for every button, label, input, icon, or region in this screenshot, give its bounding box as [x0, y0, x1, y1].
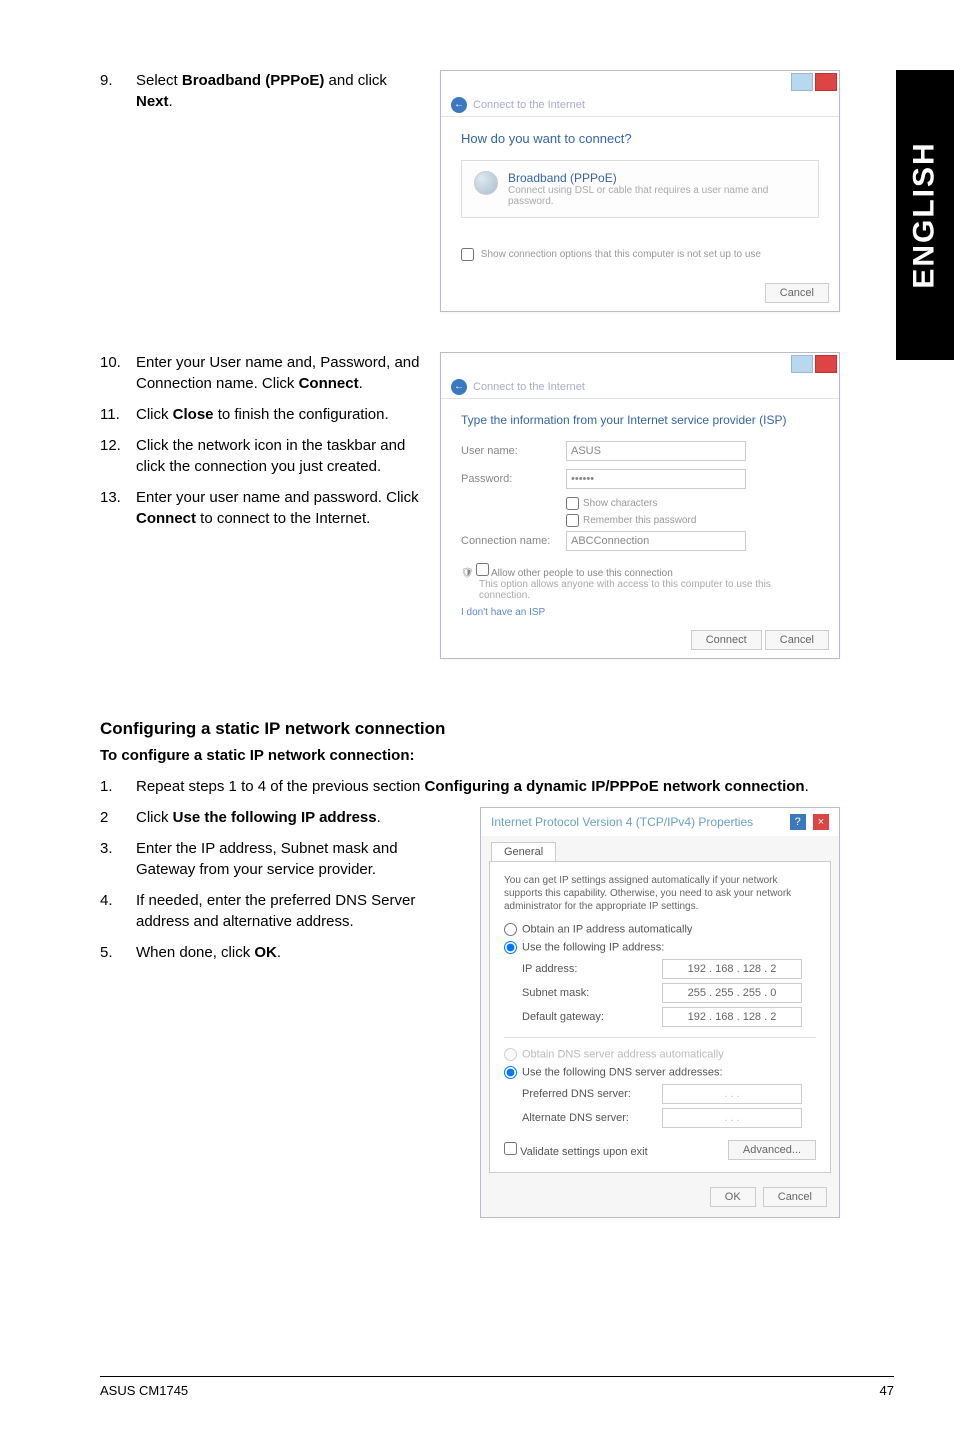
language-tab-label: ENGLISH	[908, 141, 942, 288]
connect-button[interactable]: Connect	[691, 630, 762, 650]
obtain-ip-radio[interactable]	[504, 923, 517, 936]
alt-dns-label: Alternate DNS server:	[522, 1112, 662, 1124]
password-label: Password:	[461, 473, 566, 485]
pref-dns-input[interactable]: . . .	[662, 1084, 802, 1104]
globe-icon	[474, 171, 498, 195]
gateway-input[interactable]: 192 . 168 . 128 . 2	[662, 1007, 802, 1027]
step-number: 9.	[100, 70, 136, 112]
ipv4-title-text: Internet Protocol Version 4 (TCP/IPv4) P…	[491, 815, 753, 829]
bstep-3: 3. Enter the IP address, Subnet mask and…	[100, 838, 460, 880]
footer-product: ASUS CM1745	[100, 1383, 188, 1398]
cancel-button[interactable]: Cancel	[763, 1187, 827, 1207]
close-button[interactable]	[815, 73, 837, 91]
dialog-header: ← Connect to the Internet	[441, 93, 839, 117]
ok-button[interactable]: OK	[710, 1187, 756, 1207]
connection-name-input[interactable]	[566, 531, 746, 551]
dialog-question: How do you want to connect?	[461, 131, 819, 146]
username-input[interactable]	[566, 441, 746, 461]
dialog-titlebar	[441, 353, 839, 375]
use-dns-radio[interactable]	[504, 1066, 517, 1079]
subnet-mask-input[interactable]: 255 . 255 . 255 . 0	[662, 983, 802, 1003]
minimize-button[interactable]	[791, 355, 813, 373]
cancel-button[interactable]: Cancel	[765, 283, 829, 303]
advanced-button[interactable]: Advanced...	[728, 1140, 816, 1160]
section-subheading: To configure a static IP network connect…	[100, 747, 894, 764]
step-10: 10. Enter your User name and, Password, …	[100, 352, 420, 394]
option-title: Broadband (PPPoE)	[508, 171, 806, 185]
ip-address-input[interactable]: 192 . 168 . 128 . 2	[662, 959, 802, 979]
close-button[interactable]: ×	[813, 814, 829, 830]
show-options-checkbox-row: Show connection options that this comput…	[461, 248, 819, 261]
cancel-button[interactable]: Cancel	[765, 630, 829, 650]
no-isp-link[interactable]: I don't have an ISP	[461, 607, 545, 618]
show-options-label: Show connection options that this comput…	[481, 249, 761, 260]
step-9: 9. Select Broadband (PPPoE) and click Ne…	[100, 70, 420, 112]
step-13: 13. Enter your user name and password. C…	[100, 487, 420, 529]
ipv4-titlebar: Internet Protocol Version 4 (TCP/IPv4) P…	[481, 808, 839, 836]
ip-address-label: IP address:	[522, 963, 662, 975]
remember-checkbox[interactable]	[566, 514, 579, 527]
step-11: 11. Click Close to finish the configurat…	[100, 404, 420, 425]
shield-icon: 🛡	[461, 568, 473, 579]
broadband-option[interactable]: Broadband (PPPoE) Connect using DSL or c…	[461, 160, 819, 218]
help-button[interactable]: ?	[790, 814, 806, 830]
show-chars-checkbox[interactable]	[566, 497, 579, 510]
dialog-titlebar	[441, 71, 839, 93]
password-input[interactable]	[566, 469, 746, 489]
bstep-4: 4. If needed, enter the preferred DNS Se…	[100, 890, 460, 932]
footer-page-number: 47	[880, 1383, 894, 1398]
bstep-1: 1. Repeat steps 1 to 4 of the previous s…	[100, 776, 820, 797]
ipv4-dialog: Internet Protocol Version 4 (TCP/IPv4) P…	[480, 807, 840, 1218]
isp-heading: Type the information from your Internet …	[461, 413, 819, 427]
dialog-header: ← Connect to the Internet	[441, 375, 839, 399]
general-tab[interactable]: General	[491, 842, 556, 861]
section-heading: Configuring a static IP network connecti…	[100, 719, 894, 739]
page-footer: ASUS CM1745 47	[100, 1376, 894, 1398]
bstep-5: 5. When done, click OK.	[100, 942, 460, 963]
close-button[interactable]	[815, 355, 837, 373]
subnet-mask-label: Subnet mask:	[522, 987, 662, 999]
step-12: 12. Click the network icon in the taskba…	[100, 435, 420, 477]
dialog-breadcrumb: Connect to the Internet	[473, 381, 585, 393]
allow-others-desc: This option allows anyone with access to…	[479, 579, 819, 601]
connection-name-label: Connection name:	[461, 535, 566, 547]
show-options-checkbox[interactable]	[461, 248, 474, 261]
validate-checkbox[interactable]	[504, 1142, 517, 1155]
dialog-breadcrumb: Connect to the Internet	[473, 99, 585, 111]
option-subtitle: Connect using DSL or cable that requires…	[508, 185, 806, 207]
pref-dns-label: Preferred DNS server:	[522, 1088, 662, 1100]
language-tab: ENGLISH	[896, 70, 954, 360]
obtain-dns-radio	[504, 1048, 517, 1061]
step-text: Select Broadband (PPPoE) and click Next.	[136, 70, 420, 112]
allow-others-label: Allow other people to use this connectio…	[491, 568, 673, 579]
gateway-label: Default gateway:	[522, 1011, 662, 1023]
use-ip-radio[interactable]	[504, 941, 517, 954]
allow-others-checkbox[interactable]	[476, 563, 489, 576]
back-icon[interactable]: ←	[451, 379, 467, 395]
username-label: User name:	[461, 445, 566, 457]
minimize-button[interactable]	[791, 73, 813, 91]
ipv4-description: You can get IP settings assigned automat…	[504, 874, 816, 913]
alt-dns-input[interactable]: . . .	[662, 1108, 802, 1128]
isp-dialog: ← Connect to the Internet Type the infor…	[440, 352, 840, 659]
bstep-2: 2 Click Use the following IP address.	[100, 807, 460, 828]
back-icon[interactable]: ←	[451, 97, 467, 113]
connect-dialog-1: ← Connect to the Internet How do you wan…	[440, 70, 840, 312]
